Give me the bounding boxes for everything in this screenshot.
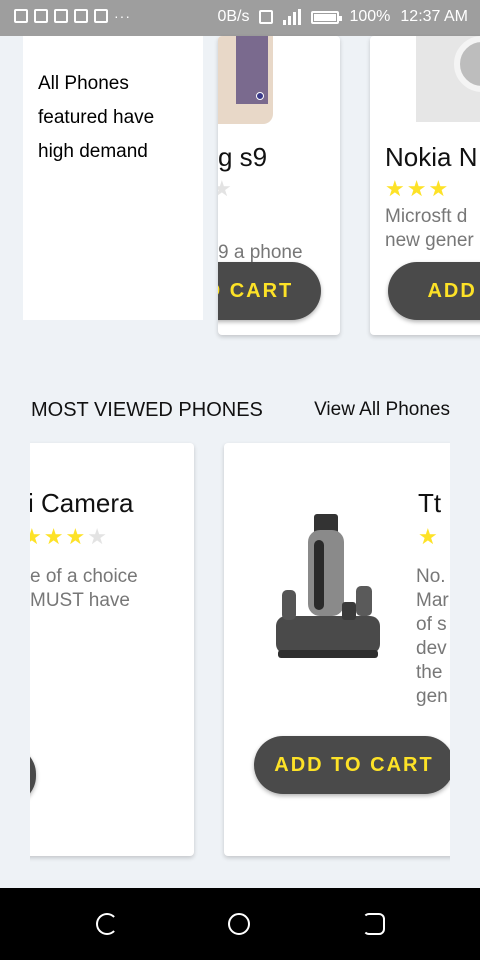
- description-line: e of a choice: [30, 566, 138, 587]
- promo-line: featured have: [38, 107, 155, 128]
- camera-lens-icon: [256, 92, 264, 100]
- product-title[interactable]: Tt: [418, 488, 441, 519]
- washer-door-icon: [454, 36, 480, 92]
- most-viewed-carousel[interactable]: i Camera ★ ★ ★ ★ e of a choice MUST have…: [30, 430, 450, 870]
- promo-line: high demand: [38, 141, 148, 162]
- description-line: gen: [416, 686, 448, 707]
- star-rating: ★: [418, 526, 438, 548]
- description-line: No.: [416, 566, 446, 587]
- navigation-bar: [0, 888, 480, 960]
- description-line: new gener: [385, 230, 474, 251]
- product-description: e of a choice MUST have: [30, 565, 138, 613]
- net-speed: 0B/s: [217, 8, 250, 25]
- status-bar: ··· 0B/s 100% 12:37 AM: [0, 0, 480, 36]
- screen-icon: [94, 9, 108, 23]
- description-line: MUST have: [30, 590, 130, 611]
- star-icon: ★: [87, 524, 107, 549]
- promo-text: All Phones featured have high demand: [38, 67, 198, 169]
- star-icon: ★: [30, 524, 42, 549]
- product-title[interactable]: i Camera: [30, 488, 133, 519]
- featured-product-card[interactable]: g s9 ★ 9 a phone have D CART: [218, 36, 340, 335]
- section-title: MOST VIEWED PHONES: [31, 399, 263, 421]
- star-icon: ★: [385, 176, 405, 201]
- mail-icon: [74, 9, 88, 23]
- notification-icons: ···: [14, 9, 131, 23]
- promo-card: All Phones featured have high demand: [23, 36, 203, 320]
- most-viewed-card[interactable]: Tt ★ No. Mar of s dev the gen ADD TO CAR…: [224, 443, 450, 856]
- recent-apps-icon[interactable]: [363, 913, 385, 935]
- description-line: Microsft d: [385, 206, 468, 227]
- star-icon: ★: [418, 524, 438, 549]
- product-image[interactable]: [268, 510, 386, 662]
- star-icon: ★: [43, 524, 64, 549]
- clock: 12:37 AM: [400, 8, 468, 25]
- android-icon: [14, 9, 28, 23]
- star-icon: ★: [65, 524, 86, 549]
- product-image[interactable]: [218, 36, 273, 124]
- product-description: Microsft d new gener: [385, 205, 474, 253]
- description-line: of s: [416, 614, 447, 635]
- description-line: Mar: [416, 590, 449, 611]
- star-icon: ★: [406, 176, 427, 201]
- add-to-cart-button[interactable]: D CART: [218, 262, 321, 320]
- shirt-icon: [34, 9, 48, 23]
- shield-icon: [54, 9, 68, 23]
- product-title[interactable]: g s9: [218, 142, 267, 173]
- add-to-cart-button-clipped[interactable]: [30, 746, 36, 804]
- battery-icon: [311, 10, 343, 24]
- featured-product-card[interactable]: Nokia N ★ ★ ★ Microsft d new gener ADD T: [370, 36, 480, 335]
- add-to-cart-button[interactable]: ADD T: [388, 262, 480, 320]
- battery-percent: 100%: [349, 8, 391, 25]
- view-all-phones-link[interactable]: View All Phones: [314, 399, 450, 421]
- most-viewed-card[interactable]: i Camera ★ ★ ★ ★ e of a choice MUST have: [30, 443, 194, 856]
- home-icon[interactable]: [228, 913, 250, 935]
- star-rating: ★ ★ ★: [385, 178, 448, 200]
- promo-line: All Phones: [38, 73, 129, 94]
- description-line: dev: [416, 638, 447, 659]
- rotate-icon: [259, 10, 274, 24]
- product-description: No. Mar of s dev the gen: [416, 565, 449, 709]
- add-to-cart-button[interactable]: ADD TO CART: [254, 736, 450, 794]
- star-icon: ★: [218, 176, 232, 201]
- product-title[interactable]: Nokia N: [385, 142, 477, 173]
- signal-icon: [283, 9, 302, 25]
- back-icon[interactable]: [96, 913, 118, 935]
- product-image[interactable]: [416, 36, 480, 122]
- star-rating: ★: [218, 178, 232, 200]
- star-rating: ★ ★ ★ ★: [30, 526, 107, 548]
- more-notifications: ···: [114, 8, 131, 24]
- status-right: 0B/s 100% 12:37 AM: [217, 8, 468, 26]
- star-icon: ★: [428, 176, 449, 201]
- description-line: the: [416, 662, 443, 683]
